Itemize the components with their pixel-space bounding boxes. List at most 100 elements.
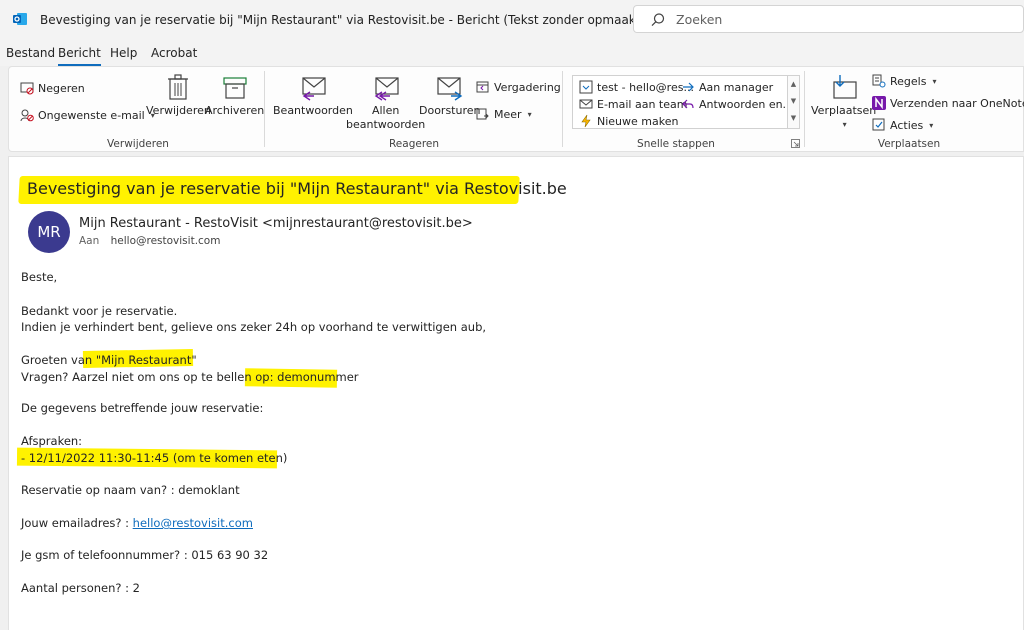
quickstep-email-team[interactable]: E-mail aan team (579, 97, 687, 111)
search-icon (651, 13, 665, 27)
body-vragen: Vragen? Aarzel niet om ons op te bellen … (21, 370, 359, 384)
calendar-reply-icon (476, 81, 489, 93)
lightning-icon (581, 114, 591, 128)
expand-gallery-icon[interactable]: ▼ (788, 110, 799, 127)
quickstep-test[interactable]: test - hello@res... (579, 80, 694, 94)
tab-bestand[interactable]: Bestand (6, 46, 55, 60)
body-email: Jouw emailadres? : hello@restovisit.com (21, 516, 253, 530)
quickstep-nieuwe[interactable]: Nieuwe maken (579, 114, 678, 128)
to-label: Aan (79, 235, 100, 247)
email-prefix: Jouw emailadres? : (21, 516, 133, 530)
scroll-down-icon[interactable]: ▼ (788, 93, 799, 110)
quickstep-email-team-label: E-mail aan team (597, 97, 688, 111)
archiveren-button[interactable]: Archiveren (205, 72, 264, 118)
quickstep-antwoorden-label: Antwoorden en... (699, 97, 794, 111)
quickstep-scrollbar[interactable]: ▲ ▼ ▼ (787, 76, 799, 128)
onenote-label: Verzenden naar OneNote (890, 96, 1024, 110)
move-icon (833, 75, 857, 99)
acties-label: Acties (890, 118, 924, 132)
chevron-down-icon: ▾ (932, 76, 937, 86)
scroll-up-icon[interactable]: ▲ (788, 76, 799, 93)
reply-icon (302, 77, 326, 101)
quickstep-test-label: test - hello@res... (597, 80, 694, 94)
mail-icon (579, 99, 593, 109)
quickstep-antwoorden[interactable]: Antwoorden en... (681, 97, 793, 111)
body-gsm: Je gsm of telefoonnummer? : 015 63 90 32 (21, 548, 269, 562)
meer-label: Meer (494, 107, 522, 121)
menu-bar: Bestand Bericht Help Acrobat (0, 38, 1024, 66)
groeten-prefix: Groeten van (21, 353, 96, 367)
message-subject: Bevestiging van je reservatie bij "Mijn … (27, 179, 567, 198)
rules-icon (872, 74, 886, 88)
reply-all-icon (374, 77, 399, 101)
beantwoorden-button[interactable]: Beantwoorden (273, 72, 353, 118)
group-label-verplaatsen: Verplaatsen (877, 138, 941, 150)
body-afspraken: Afspraken: (21, 434, 83, 448)
vragen-prefix: Vragen? Aarzel niet om ons op te bellen … (21, 370, 278, 384)
recipient-address[interactable]: hello@restovisit.com (111, 235, 221, 247)
title-bar: Bevestiging van je reservatie bij "Mijn … (0, 0, 1024, 38)
restaurant-name: "Mijn Restaurant" (95, 353, 197, 367)
chevron-down-icon: ▾ (842, 120, 847, 129)
junk-icon (20, 109, 34, 122)
search-input[interactable]: Zoeken (633, 5, 1024, 33)
chevron-down-icon: ▾ (929, 120, 934, 130)
arrow-right-icon (683, 82, 694, 92)
reading-pane: Bevestiging van je reservatie bij "Mijn … (8, 156, 1024, 630)
avatar[interactable]: MR (28, 211, 70, 253)
beantwoorden-label: Beantwoorden (273, 104, 353, 117)
archiveren-label: Archiveren (205, 104, 265, 117)
negeren-label: Negeren (38, 81, 85, 95)
allen-beantwoorden-button[interactable]: Allen beantwoorden (346, 72, 425, 132)
email-link[interactable]: hello@restovisit.com (133, 516, 253, 530)
move-to-folder-icon (579, 80, 593, 94)
window-title: Bevestiging van je reservatie bij "Mijn … (40, 13, 641, 27)
verplaatsen-button[interactable]: Verplaatsen ▾ (811, 72, 876, 132)
regels-button[interactable]: Regels ▾ (872, 74, 936, 88)
group-label-verwijderen: Verwijderen (107, 138, 169, 150)
group-label-snelle-stappen: Snelle stappen (637, 138, 715, 150)
tab-help[interactable]: Help (110, 46, 137, 60)
more-icon (476, 108, 489, 120)
vergadering-label: Vergadering (494, 80, 561, 94)
allen-label-2: beantwoorden (346, 118, 426, 131)
onenote-button[interactable]: Verzenden naar OneNote (872, 96, 1024, 110)
doorsturen-label: Doorsturen (419, 104, 481, 117)
negeren-button[interactable]: Negeren (20, 81, 85, 95)
allen-label-1: Allen (371, 104, 400, 117)
body-appointment: - 12/11/2022 11:30-11:45 (om te komen et… (21, 451, 288, 465)
sender-name[interactable]: Mijn Restaurant - RestoVisit <mijnrestau… (79, 216, 473, 231)
body-groeten: Groeten van "Mijn Restaurant" (21, 353, 197, 367)
group-separator (264, 71, 265, 147)
body-personen: Aantal personen? : 2 (21, 581, 140, 595)
tab-acrobat[interactable]: Acrobat (151, 46, 197, 60)
group-separator (804, 71, 805, 147)
outlook-icon (13, 13, 27, 25)
regels-label: Regels (890, 74, 927, 88)
meer-button[interactable]: Meer ▾ (476, 107, 532, 121)
onenote-icon (872, 96, 886, 110)
vergadering-button[interactable]: Vergadering (476, 80, 561, 94)
group-label-reageren: Reageren (388, 138, 440, 150)
chevron-down-icon: ▾ (527, 109, 532, 119)
recipient-line: Aan hello@restovisit.com (79, 235, 220, 247)
verwijderen-button[interactable]: Verwijderen (146, 72, 211, 118)
archive-icon (222, 77, 247, 99)
body-details: De gegevens betreffende jouw reservatie: (21, 401, 264, 415)
body-notice: Indien je verhindert bent, gelieve ons z… (21, 320, 487, 334)
reply-arrow-icon (682, 99, 694, 109)
avatar-initials: MR (37, 223, 61, 241)
dialog-launcher-icon[interactable] (791, 139, 800, 148)
ongewenste-email-button[interactable]: Ongewenste e-mail ▾ (20, 108, 155, 122)
ongewenste-label: Ongewenste e-mail (38, 108, 145, 122)
forward-icon (437, 77, 463, 101)
doorsturen-button[interactable]: Doorsturen (419, 72, 481, 118)
body-thanks: Bedankt voor je reservatie. (21, 304, 178, 318)
phone-demo: demonummer (277, 370, 359, 384)
search-placeholder: Zoeken (676, 12, 723, 27)
acties-button[interactable]: Acties ▾ (872, 118, 933, 132)
ignore-icon (20, 82, 34, 95)
body-greeting: Beste, (21, 270, 58, 284)
tab-bericht[interactable]: Bericht (58, 46, 101, 66)
quickstep-aan-manager[interactable]: Aan manager (681, 80, 773, 94)
